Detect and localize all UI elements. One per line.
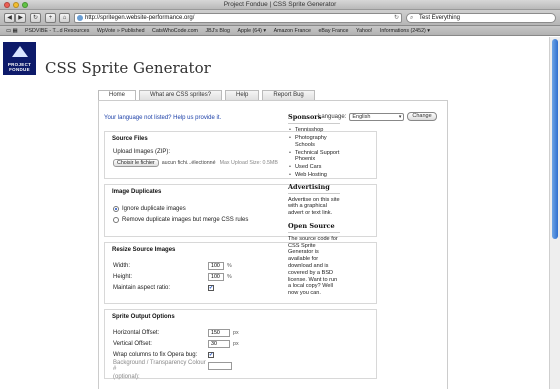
address-bar[interactable]: http://spritegen.website-performance.org… — [74, 13, 402, 23]
window-title: Project Fondue | CSS Sprite Generator — [223, 1, 337, 8]
site-title: CSS Sprite Generator — [45, 59, 211, 77]
wrap-columns-checkbox[interactable]: ✔ — [208, 351, 214, 358]
chevron-down-icon: ▾ — [398, 113, 402, 120]
scrollbar-thumb[interactable] — [552, 39, 558, 239]
height-unit: % — [227, 273, 232, 280]
aspect-ratio-label: Maintain aspect ratio: — [113, 284, 171, 291]
background-colour-input[interactable] — [208, 361, 232, 370]
search-icon: ⌕ — [410, 15, 414, 21]
sidebar: Sponsors Tennisshop Photography Schools … — [288, 113, 340, 302]
sponsor-link[interactable]: Web Hosting — [288, 172, 340, 179]
language-help-link[interactable]: Your language not listed? Help us provid… — [104, 115, 221, 121]
close-window-button[interactable] — [4, 2, 10, 8]
forward-arrow-icon: ▶ — [18, 15, 23, 21]
vertical-offset-row: Vertical Offset: px — [105, 338, 376, 349]
main-tabs: Home What are CSS sprites? Help Report B… — [98, 90, 315, 100]
ignore-duplicates-radio[interactable] — [113, 205, 119, 212]
width-unit: % — [227, 262, 232, 269]
web-page: PROJECT FONDUE CSS Sprite Generator Home… — [0, 37, 549, 389]
background-colour-row: Background / Transparency Colour # — [105, 359, 376, 372]
content-panel: Your language not listed? Help us provid… — [98, 100, 448, 389]
ignore-duplicates-label[interactable]: Ignore duplicate images — [122, 206, 186, 212]
reload-button[interactable]: ↻ — [30, 13, 41, 23]
height-input[interactable] — [208, 272, 224, 281]
vertical-scrollbar[interactable] — [549, 37, 560, 389]
zoom-window-button[interactable] — [22, 2, 28, 8]
search-field[interactable]: ⌕ Test Everything — [406, 13, 556, 23]
book-icon[interactable]: ▭ ▦ — [6, 26, 17, 35]
back-button[interactable]: ◀ — [4, 13, 15, 23]
wrap-columns-row: Wrap columns to fix Opera bug: ✔ — [105, 349, 376, 360]
bookmark-item[interactable]: WpVote » Published — [97, 26, 145, 35]
back-arrow-icon: ◀ — [7, 15, 12, 21]
background-optional-row: (optional): — [105, 371, 376, 382]
horizontal-offset-input[interactable] — [208, 328, 230, 337]
home-button[interactable]: ⌂ — [59, 13, 70, 23]
bookmark-item[interactable]: Informations (2452) ▾ — [380, 26, 430, 35]
horizontal-offset-unit: px — [233, 329, 239, 336]
file-status: aucun fichi...électionné — [161, 159, 216, 166]
width-input[interactable] — [208, 261, 224, 270]
sponsors-list: Tennisshop Photography Schools Technical… — [288, 127, 340, 179]
tab-help[interactable]: Help — [225, 90, 260, 100]
merge-duplicates-label[interactable]: Remove duplicate images but merge CSS ru… — [122, 217, 248, 223]
change-language-button[interactable]: Change — [407, 112, 437, 121]
bookmark-item[interactable]: PSDVIBE - T...d Resources — [25, 26, 89, 35]
merge-duplicates-radio[interactable] — [113, 216, 119, 223]
sponsor-link[interactable]: Used Cars — [288, 164, 340, 171]
language-select-value: English — [352, 113, 371, 120]
choose-file-button[interactable]: Choisir le fichier — [113, 158, 159, 167]
sponsor-link[interactable]: Tennisshop — [288, 127, 340, 134]
add-bookmark-button[interactable]: + — [45, 13, 56, 23]
language-select[interactable]: English ▾ — [349, 112, 405, 121]
vertical-offset-label: Vertical Offset: — [113, 340, 152, 347]
width-label: Width: — [113, 262, 131, 269]
tab-what-are-css-sprites[interactable]: What are CSS sprites? — [139, 90, 223, 100]
open-source-heading: Open Source — [288, 222, 340, 233]
sponsor-link[interactable]: Technical Support Phoenix — [288, 150, 340, 163]
background-colour-label: Background / Transparency Colour # — [113, 359, 206, 372]
project-fondue-logo[interactable]: PROJECT FONDUE — [3, 42, 36, 75]
section-title: Sprite Output Options — [112, 314, 175, 320]
reload-small-icon[interactable]: ↻ — [394, 14, 399, 22]
advertising-text: Advertise on this site with a graphical … — [288, 196, 340, 217]
window-titlebar: Project Fondue | CSS Sprite Generator — [0, 0, 560, 10]
window-controls — [4, 2, 28, 8]
sponsors-heading: Sponsors — [288, 113, 340, 124]
globe-icon — [77, 15, 83, 21]
sponsor-link[interactable]: Photography Schools — [288, 135, 340, 148]
height-label: Height: — [113, 273, 133, 280]
horizontal-offset-row: Horizontal Offset: px — [105, 327, 376, 338]
bookmarks-bar: ▭ ▦ PSDVIBE - T...d Resources WpVote » P… — [0, 26, 560, 36]
sprite-output-section: Sprite Output Options Horizontal Offset:… — [104, 309, 377, 382]
vertical-offset-input[interactable] — [208, 339, 230, 348]
bookmark-item[interactable]: JBJ's Blog — [205, 26, 230, 35]
bookmark-item[interactable]: Amazon France — [274, 26, 311, 35]
logo-triangle-icon — [12, 46, 28, 57]
bookmark-item[interactable]: Apple (64) ▾ — [238, 26, 267, 35]
open-source-text: The source code for CSS Sprite Generator… — [288, 235, 338, 297]
minimize-window-button[interactable] — [13, 2, 19, 8]
bookmark-item[interactable]: eBay France — [318, 26, 348, 35]
forward-button[interactable]: ▶ — [15, 13, 26, 23]
address-bar-url: http://spritegen.website-performance.org… — [85, 15, 195, 21]
tab-report-bug[interactable]: Report Bug — [262, 90, 315, 100]
logo-text-line2: FONDUE — [9, 67, 30, 72]
browser-toolbar: ◀ ▶ ↻ + ⌂ http://spritegen.website-perfo… — [0, 10, 560, 26]
plus-icon: + — [48, 15, 53, 21]
background-optional-label: (optional): — [113, 373, 140, 380]
home-icon: ⌂ — [62, 15, 67, 21]
horizontal-offset-label: Horizontal Offset: — [113, 329, 160, 336]
wrap-columns-label: Wrap columns to fix Opera bug: — [113, 351, 198, 358]
advertising-heading: Advertising — [288, 183, 340, 194]
upload-label: Upload Images (ZIP): — [113, 148, 171, 155]
max-upload-size: Max Upload Size: 0.5MB — [219, 159, 278, 166]
bookmark-item[interactable]: CatsWhoCode.com — [152, 26, 198, 35]
aspect-ratio-checkbox[interactable]: ✔ — [208, 284, 214, 291]
tab-home[interactable]: Home — [98, 90, 137, 100]
bookmark-item[interactable]: Yahoo! — [356, 26, 372, 35]
vertical-offset-unit: px — [233, 340, 239, 347]
search-field-value: Test Everything — [419, 15, 461, 21]
reload-icon: ↻ — [32, 15, 39, 21]
